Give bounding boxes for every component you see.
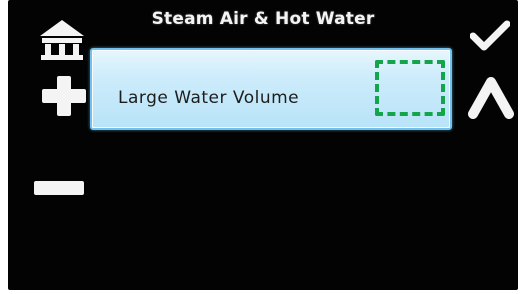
list-item-selected[interactable]: Large Water Volume [90,48,452,130]
increase-button[interactable] [42,76,86,116]
annotation-highlight-box [375,60,445,116]
chevron-up-icon [468,77,514,119]
device-screen: Steam Air & Hot Water Large Water Volume [8,0,518,290]
home-icon [40,20,84,60]
confirm-button[interactable] [470,20,510,52]
scroll-up-button[interactable] [468,70,514,122]
minus-icon [34,181,84,195]
list-item-label: Large Water Volume [118,88,300,108]
plus-icon [42,76,86,116]
decrease-button[interactable] [34,178,84,198]
home-button[interactable] [38,18,86,60]
checkmark-icon [470,20,510,51]
